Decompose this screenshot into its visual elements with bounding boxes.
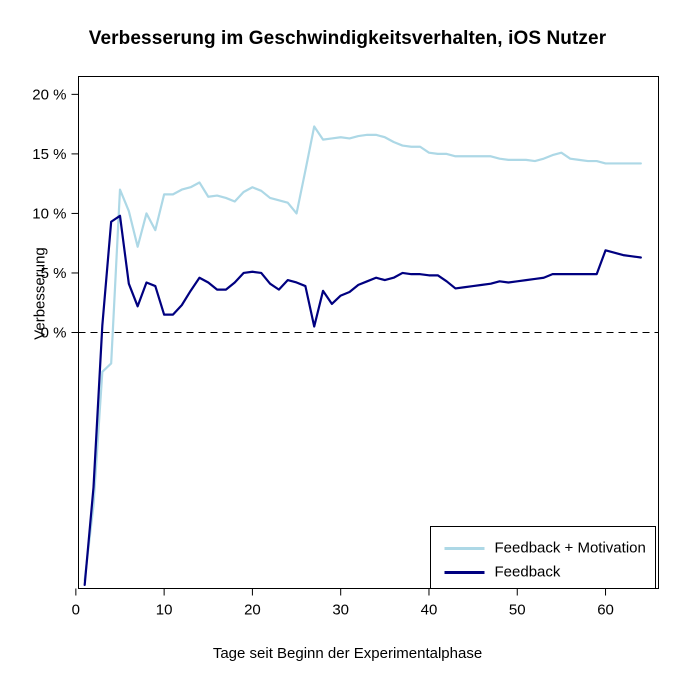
series-line-1: [83, 125, 642, 582]
legend-label-1: Feedback + Motivation: [495, 539, 646, 556]
x-tick-label: 50: [509, 602, 526, 619]
legend-label-2: Feedback: [495, 563, 561, 580]
x-tick-label: 10: [156, 602, 173, 619]
chart-plot-area: 0 % 5 % 10 % 15 % 20 % 0 10 20 30 40 50 60 Feedbac…: [32, 76, 659, 619]
chart-legend: Feedback + Motivation Feedback: [430, 526, 656, 589]
x-tick-label: 60: [597, 602, 614, 619]
x-tick-label: 20: [244, 602, 261, 619]
x-tick-label: 40: [421, 602, 438, 619]
y-axis-ticks: 0 % 5 % 10 % 15 % 20 %: [32, 86, 79, 342]
y-tick-label: 5 %: [41, 265, 67, 282]
y-tick-label: 10 %: [32, 205, 66, 222]
y-tick-label: 15 %: [32, 146, 66, 163]
x-tick-label: 0: [72, 602, 80, 619]
x-tick-label: 30: [332, 602, 349, 619]
chart-container: Verbesserung im Geschwindigkeitsverhalte…: [0, 0, 695, 687]
x-axis-ticks: 0 10 20 30 40 50 60: [72, 588, 614, 619]
y-tick-label: 20 %: [32, 86, 66, 103]
y-tick-label: 0 %: [41, 325, 67, 342]
data-series-group: [83, 125, 642, 587]
